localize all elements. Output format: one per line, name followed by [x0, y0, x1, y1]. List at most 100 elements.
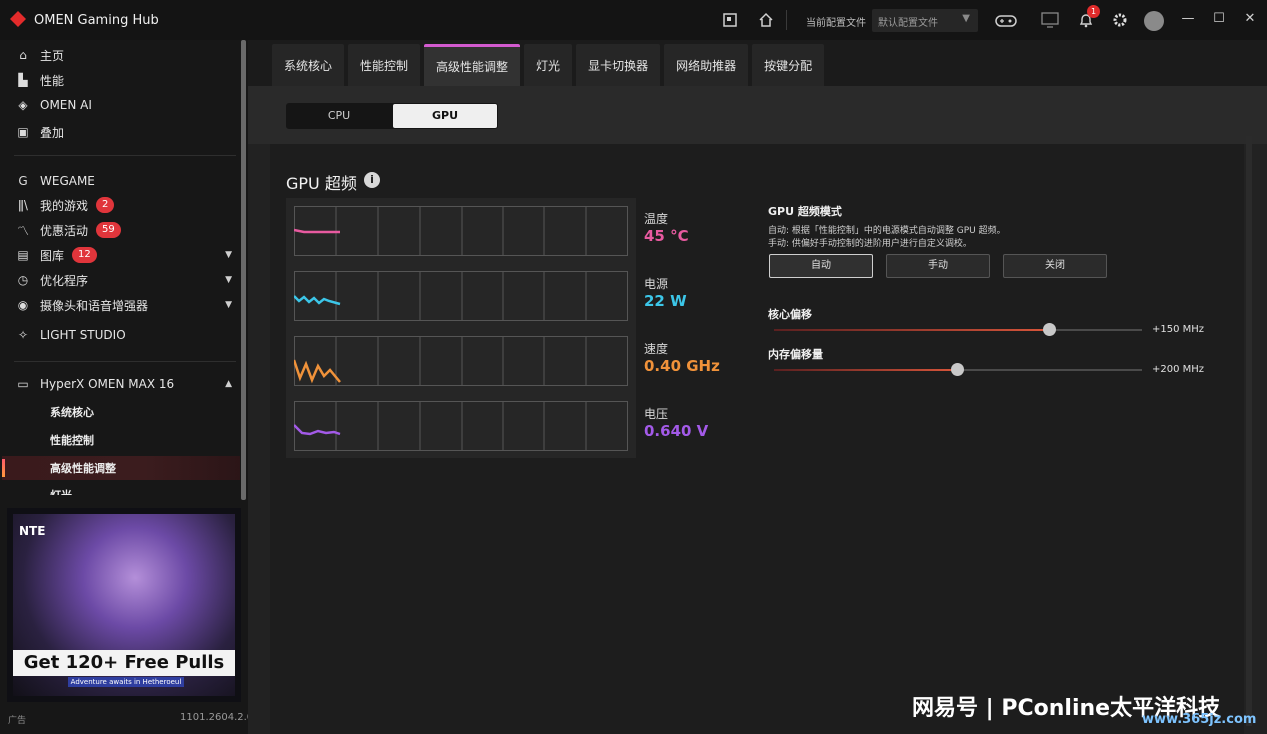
store-icon[interactable]: [720, 10, 740, 30]
speed-label: 速度: [644, 342, 669, 356]
sidebar: ⌂ 主页 ▙ 性能 ◈ OMEN AI ▣ 叠加 G WEGAME ǁ\ 我的游…: [0, 40, 253, 734]
sidebar-item-overlay[interactable]: ▣ 叠加: [14, 122, 236, 142]
sidebar-scrollbar[interactable]: [241, 40, 246, 500]
home-icon: ⌂: [19, 48, 27, 62]
sidebar-item-label: WEGAME: [40, 174, 95, 188]
tab-network-booster[interactable]: 网络助推器: [664, 44, 749, 86]
voltage-label: 电压: [644, 407, 669, 421]
profile-label: 当前配置文件: [806, 18, 866, 29]
sidebar-sub-active-highlight: [2, 456, 240, 480]
oc-mode-desc-auto: 自动: 根据「性能控制」中的电源模式自动调整 GPU 超频。: [768, 226, 1006, 236]
settings-gear-icon[interactable]: [1110, 10, 1130, 30]
tab-performance-control[interactable]: 性能控制: [348, 44, 421, 86]
sidebar-item-omen-ai[interactable]: ◈ OMEN AI: [14, 95, 236, 115]
slider-thumb[interactable]: [1043, 323, 1056, 336]
sidebar-item-device[interactable]: ▭ HyperX OMEN MAX 16 ▲: [14, 374, 236, 394]
voltage-chart: [294, 401, 628, 451]
slider-thumb[interactable]: [951, 363, 964, 376]
sidebar-sub-performance-control[interactable]: 性能控制: [50, 432, 94, 448]
sidebar-item-my-games[interactable]: ǁ\ 我的游戏 2: [14, 195, 236, 215]
sidebar-item-label: 优化程序: [40, 273, 89, 288]
tab-key-assignment[interactable]: 按键分配: [752, 44, 825, 86]
sidebar-divider: [14, 155, 236, 156]
ad-banner[interactable]: NTE Get 120+ Free Pulls Adventure awaits…: [7, 508, 241, 702]
power-label: 电源: [644, 277, 669, 291]
gpu-button[interactable]: GPU: [393, 104, 497, 128]
sidebar-item-optimizer[interactable]: ◷ 优化程序 ▼: [14, 270, 236, 290]
count-badge: 12: [72, 247, 97, 263]
sidebar-item-label: 主页: [40, 48, 65, 63]
sidebar-item-light-studio[interactable]: ✧ LIGHT STUDIO: [14, 325, 236, 345]
profile-select[interactable]: 默认配置文件 ▼: [872, 9, 978, 32]
sidebar-sub-advanced-tuning[interactable]: 高级性能调整: [50, 460, 116, 476]
main-content: 系统核心 性能控制 高级性能调整 灯光 显卡切换器 网络助推器 按键分配 CPU…: [248, 40, 1267, 734]
sidebar-item-gallery[interactable]: ▤ 图库 12 ▼: [14, 245, 236, 265]
version-number: 1101.2604.2.0: [180, 712, 254, 723]
tab-content: CPU GPU GPU 超频 i 温度 45 °C 电源 22 W 速度 0.4…: [248, 86, 1267, 734]
sidebar-item-label: HyperX OMEN MAX 16: [40, 377, 175, 391]
ad-label: 广告: [8, 716, 27, 726]
oc-mode-desc-manual: 手动: 供偏好手动控制的进阶用户进行自定义调校。: [768, 239, 972, 249]
tab-system-core[interactable]: 系统核心: [272, 44, 345, 86]
maximize-icon[interactable]: ☐: [1210, 11, 1228, 26]
caret-down-icon[interactable]: ▼: [225, 275, 232, 285]
display-icon[interactable]: [1040, 10, 1060, 30]
sidebar-item-performance[interactable]: ▙ 性能: [14, 70, 236, 90]
memory-offset-slider[interactable]: [774, 363, 1142, 376]
tab-gpu-switcher[interactable]: 显卡切换器: [576, 44, 661, 86]
tab-bar: 系统核心 性能控制 高级性能调整 灯光 显卡切换器 网络助推器 按键分配: [272, 44, 828, 86]
home-icon[interactable]: [756, 10, 776, 30]
info-icon[interactable]: i: [364, 172, 380, 188]
close-icon[interactable]: ✕: [1241, 11, 1259, 26]
library-icon: ǁ\: [18, 198, 28, 212]
laptop-icon: ▭: [17, 377, 29, 391]
sidebar-item-home[interactable]: ⌂ 主页: [14, 45, 236, 65]
gpu-overclock-panel: GPU 超频 i 温度 45 °C 电源 22 W 速度 0.40 GHz 电压…: [270, 144, 1244, 734]
sidebar-item-label: OMEN AI: [40, 98, 92, 112]
controller-icon[interactable]: [993, 10, 1019, 30]
temperature-chart: [294, 206, 628, 256]
core-offset-value: +150 MHz: [1152, 324, 1205, 335]
segment-bar: CPU GPU: [248, 86, 1267, 144]
watermark-url: www.365jz.com: [1142, 712, 1257, 727]
content-scrollbar[interactable]: [1246, 136, 1252, 726]
core-offset-label: 核心偏移: [768, 308, 812, 321]
manual-mode-button[interactable]: 手动: [886, 254, 990, 278]
notification-badge: 1: [1087, 5, 1100, 18]
wegame-icon: G: [18, 174, 28, 188]
caret-down-icon[interactable]: ▼: [225, 300, 232, 310]
off-mode-button[interactable]: 关闭: [1003, 254, 1107, 278]
cpu-gpu-toggle: CPU GPU: [286, 103, 498, 129]
caret-down-icon[interactable]: ▼: [225, 250, 232, 260]
sidebar-sub-lighting[interactable]: 灯光: [50, 487, 72, 495]
count-badge: 2: [96, 197, 115, 213]
optimizer-icon: ◷: [17, 273, 29, 287]
overlay-icon: ▣: [17, 125, 29, 139]
ad-tagline: Adventure awaits in Hetheroeul: [68, 677, 184, 687]
sidebar-divider: [14, 361, 236, 362]
title-bar: OMEN Gaming Hub 当前配置文件 默认配置文件 ▼ 1 — ☐ ✕: [0, 0, 1267, 40]
performance-icon: ▙: [18, 73, 28, 87]
sidebar-item-deals[interactable]: 〽 优惠活动 59: [14, 220, 236, 240]
sidebar-sub-system-core[interactable]: 系统核心: [50, 404, 94, 420]
auto-mode-button[interactable]: 自动: [769, 254, 873, 278]
slider-fill: [774, 329, 1050, 331]
tab-advanced-tuning[interactable]: 高级性能调整: [424, 44, 521, 86]
core-offset-slider[interactable]: [774, 323, 1142, 336]
speed-value: 0.40 GHz: [644, 357, 720, 375]
cpu-button[interactable]: CPU: [287, 104, 391, 128]
sidebar-item-label: LIGHT STUDIO: [40, 328, 126, 342]
omen-gaming-hub-window: OMEN Gaming Hub 当前配置文件 默认配置文件 ▼ 1 — ☐ ✕: [0, 0, 1267, 734]
sidebar-item-wegame[interactable]: G WEGAME: [14, 171, 236, 191]
power-chart: [294, 271, 628, 321]
minimize-icon[interactable]: —: [1179, 11, 1197, 26]
tab-lighting[interactable]: 灯光: [524, 44, 573, 86]
user-avatar[interactable]: [1144, 11, 1164, 31]
notification-bell-icon[interactable]: 1: [1076, 5, 1100, 30]
active-indicator: [2, 459, 5, 477]
sidebar-item-label: 图库: [40, 248, 65, 263]
caret-up-icon[interactable]: ▲: [225, 379, 232, 389]
gallery-icon: ▤: [17, 248, 29, 262]
memory-offset-label: 内存偏移量: [768, 348, 823, 361]
sidebar-item-camera[interactable]: ◉ 摄像头和语音增强器 ▼: [14, 295, 236, 315]
